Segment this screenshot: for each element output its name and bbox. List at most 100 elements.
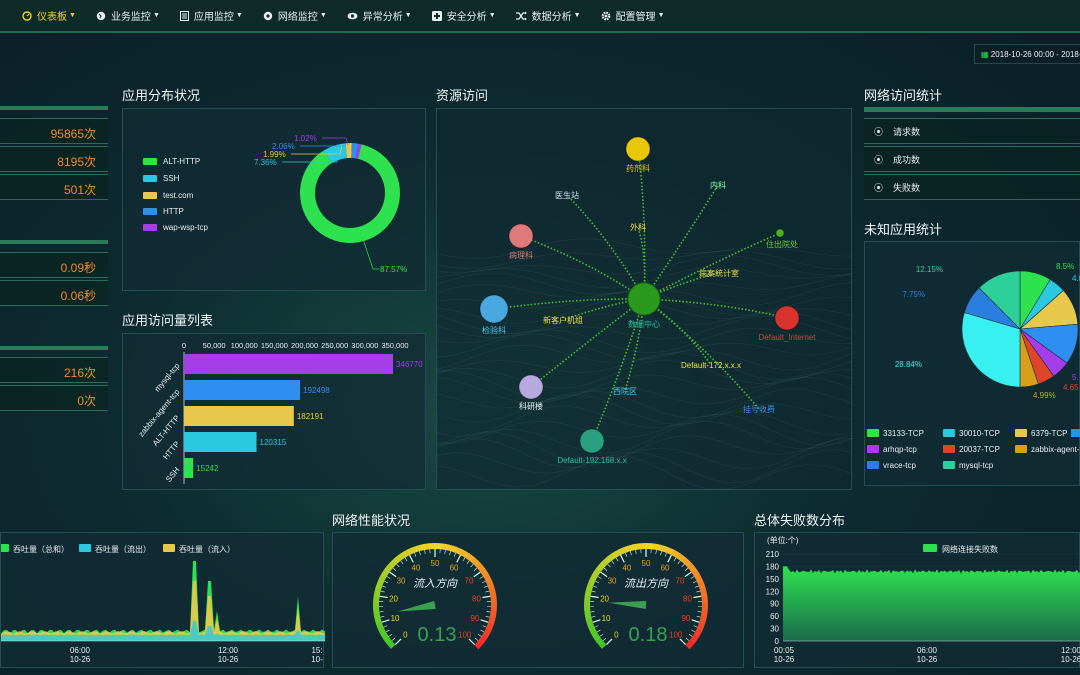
gauge-tick-label: 40	[411, 564, 420, 573]
gauge-tick-label: 60	[661, 564, 670, 573]
throughput-chart: 吞吐量（总和） 吞吐量（流出） 吞吐量（流入）06:0010-2612:0010-2…	[1, 544, 325, 664]
section-title-net-perf: 网络性能状况	[332, 513, 411, 528]
gauge-tick	[684, 567, 689, 571]
gauge-tick-label: 50	[642, 559, 651, 568]
gauge-tick	[667, 554, 672, 563]
gauge-tick	[409, 554, 414, 563]
axis-tick-label: 0	[182, 341, 186, 350]
area-series	[1, 561, 325, 641]
nav-security-analysis[interactable]: 安全分析 ▼	[422, 0, 506, 32]
gauge-arc-segment	[631, 543, 640, 551]
gauge-tick-label: 10	[602, 614, 611, 623]
net-perf-gauges: 0102030405060708090100流入方向0.13 0102030405…	[373, 543, 708, 650]
stat-value: 216次	[0, 357, 108, 383]
nav-label: 网络监控	[277, 12, 318, 23]
graph-node-label: 内科	[710, 180, 726, 190]
gauge-tick	[615, 557, 619, 562]
donut-value-label: 7.36%	[254, 158, 277, 167]
fail-dist-panel: (单位:个) 网络连接失败数 0 30 60 90 120 150 180 210 00:05 10-…	[754, 532, 1080, 668]
graph-node-label: 住出院处	[766, 239, 798, 249]
stat-group-bar	[0, 346, 108, 350]
section-title-app-access: 应用访问量列表	[122, 313, 214, 328]
legend-swatch	[1071, 429, 1080, 437]
gauge-tick	[681, 563, 685, 568]
pie-value-label: 28.84%	[895, 360, 922, 369]
nav-anomaly-analysis[interactable]: 异常分析 ▼	[337, 0, 422, 32]
graph-node-label: 外科	[630, 222, 646, 232]
axis-tick-label: 50,000	[203, 341, 226, 350]
axis-tick-label: 250,000	[321, 341, 348, 350]
gauge-tick	[625, 552, 628, 557]
resource-access-map: 数据中心 药剂科 内科 医生站 外科 住出院处 病理科 病案统计室 检验科 新客户机组 Defaul…	[436, 108, 853, 490]
gear-icon	[601, 11, 610, 20]
x-tick-time: 15:	[311, 646, 322, 655]
unknown-app-pie: 8.5% 4.6 5.4.65 4.99% 28.84% 7.75% 12.15% 33133…	[867, 262, 1080, 470]
graph-node-label: Default-192.168.x.x	[557, 456, 626, 465]
graph-node-label: 病案统计室	[699, 268, 739, 278]
gauge-tick-label: 70	[465, 576, 474, 585]
legend-swatch	[867, 445, 879, 453]
nav-network-monitor[interactable]: 网络监控 ▼	[253, 0, 337, 32]
gauge-tick	[679, 638, 687, 646]
gauge-tick	[396, 563, 400, 568]
gauge-tick	[664, 552, 667, 557]
pie-value-label: 4.65	[1063, 383, 1079, 392]
net-perf-panel: 0 10 20 30 40 50 60 70 80 90 100 流入方向 0.13 0 10 20 30 40 5…	[332, 532, 744, 668]
gauge-tick	[696, 616, 701, 618]
date-range-text: 2018-10-26 00:00 - 2018-10-26 23:59	[990, 50, 1080, 59]
gauge-tick-label: 100	[669, 631, 683, 640]
x-tick-date: 10-26	[1061, 655, 1080, 664]
bar-value-label: 346770	[396, 360, 423, 369]
date-range-picker[interactable]: ▦ 2018-10-26 00:00 - 2018-10-26 23:59	[974, 44, 1080, 64]
gauge-tick	[473, 567, 478, 571]
nav-business-monitor[interactable]: 业务监控 ▼	[86, 0, 170, 32]
gauge-arc-segment	[638, 543, 647, 550]
donut-slice	[300, 144, 400, 244]
section-title-network-stats: 网络访问统计	[864, 88, 943, 103]
gauge-tick	[688, 633, 693, 637]
network-stat-requests[interactable]: ⦿ 请求数	[864, 118, 1080, 144]
gauge-tick	[379, 611, 384, 613]
nav-app-monitor[interactable]: 应用监控 ▼	[170, 0, 253, 32]
nav-dashboard[interactable]: 仪表板 ▼	[12, 0, 86, 32]
gauge-tick	[596, 629, 601, 633]
gauge-tick	[635, 549, 637, 554]
bar-category-label: SSH	[164, 465, 182, 484]
center-node-label: 数据中心	[628, 319, 660, 329]
gauge-tick	[383, 625, 388, 628]
axis-tick-label: 200,000	[291, 341, 318, 350]
section-title-unknown-app: 未知应用统计	[864, 222, 943, 237]
network-stat-failed[interactable]: ⦿ 失败数	[864, 174, 1080, 200]
bar-value-label: 192498	[303, 386, 330, 395]
gauge-needle	[397, 601, 436, 612]
legend-label: vrace-tcp	[883, 461, 916, 470]
gauge-tick-label: 30	[608, 576, 617, 585]
top-nav: 仪表板 ▼ 业务监控 ▼ 应用监控 ▼ 网络监控 ▼ 异常分析 ▼ 安全分析 ▼ 数据分析 ▼…	[0, 0, 1080, 33]
section-title-resource-access: 资源访问	[436, 88, 489, 103]
x-tick-time: 06:00	[70, 646, 91, 655]
bar	[184, 432, 257, 452]
graph-edge	[566, 194, 645, 300]
nav-config[interactable]: 配置管理 ▼	[591, 0, 675, 32]
gauge-arc-segment	[373, 601, 380, 610]
nav-label: 数据分析	[531, 12, 572, 23]
gauge-needle	[608, 601, 647, 609]
gauge-arc-segment	[701, 595, 708, 604]
pie-value-label: 12.15%	[916, 265, 943, 274]
y-tick-label: 180	[766, 562, 780, 571]
nav-data-analysis[interactable]: 数据分析 ▼	[506, 0, 591, 32]
legend-label: 吞吐量（流出）	[95, 544, 151, 554]
legend-label: 20037-TCP	[959, 445, 1000, 454]
pie-value-label: 7.75%	[902, 290, 925, 299]
unit-label: (单位:个)	[767, 535, 799, 545]
resource-graph: 数据中心 药剂科内科医生站外科住出院处病理科病案统计室检验科 新客户机组 Defaul…	[437, 136, 853, 490]
app-access-bar-chart: 0 50,000 100,000 150,000 200,000 250,000 300,0…	[137, 341, 423, 484]
gauge-tick	[673, 557, 677, 562]
gauge-tick	[660, 551, 662, 556]
network-stat-success[interactable]: ⦿ 成功数	[864, 146, 1080, 172]
doc-icon	[179, 10, 189, 21]
background-wave	[437, 388, 853, 419]
graph-node	[775, 228, 785, 238]
donut-value-label: 87.57%	[380, 265, 407, 274]
stat-label: 成功数	[893, 154, 921, 165]
